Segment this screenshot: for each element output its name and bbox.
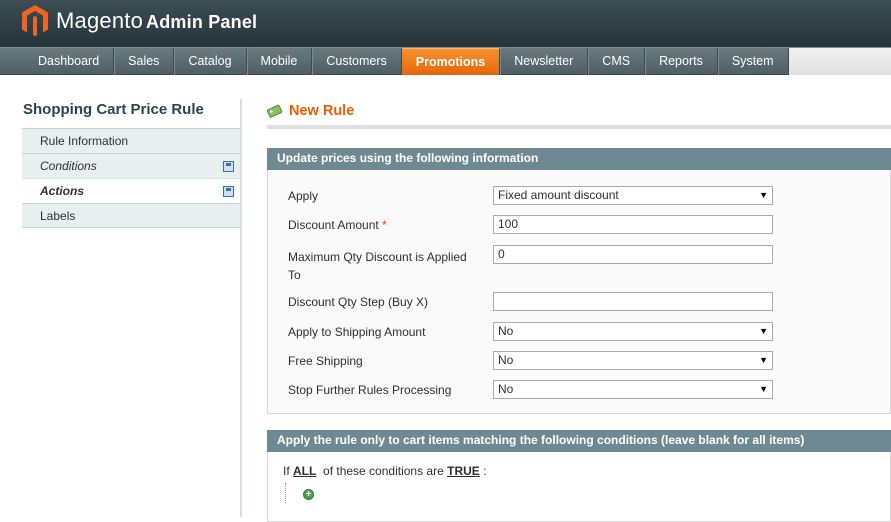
- main-navigation: Dashboard Sales Catalog Mobile Customers…: [0, 47, 891, 75]
- admin-header: Magento Admin Panel: [0, 0, 891, 47]
- nav-filler: [788, 48, 891, 75]
- nav-dashboard[interactable]: Dashboard: [24, 48, 115, 75]
- actions-section-header: Update prices using the following inform…: [267, 148, 891, 170]
- rule-icon: [267, 104, 283, 118]
- qty-step-input[interactable]: [493, 292, 773, 311]
- nav-promotions[interactable]: Promotions: [401, 48, 501, 75]
- tab-rule-information[interactable]: Rule Information: [22, 128, 242, 153]
- apply-label: Apply: [288, 189, 319, 203]
- page-title: New Rule: [289, 103, 355, 119]
- discount-amount-input[interactable]: 100: [493, 215, 773, 234]
- max-qty-input[interactable]: 0: [493, 245, 773, 264]
- conditions-section-header: Apply the rule only to cart items matchi…: [267, 430, 891, 452]
- nav-newsletter[interactable]: Newsletter: [500, 48, 589, 75]
- magento-logo[interactable]: Magento Admin Panel: [22, 4, 257, 38]
- chevron-down-icon: ▼: [759, 355, 768, 365]
- stop-rules-select[interactable]: No ▼: [493, 380, 773, 399]
- tab-label: Actions: [40, 184, 85, 198]
- magento-logo-icon: [22, 5, 48, 37]
- nav-sales[interactable]: Sales: [114, 48, 175, 75]
- nav-cms[interactable]: CMS: [588, 48, 646, 75]
- sidebar-title: Shopping Cart Price Rule: [23, 101, 204, 118]
- chevron-down-icon: ▼: [759, 190, 768, 200]
- nav-customers[interactable]: Customers: [312, 48, 402, 75]
- apply-shipping-label: Apply to Shipping Amount: [288, 325, 426, 339]
- tab-label: Rule Information: [40, 134, 129, 148]
- tab-actions[interactable]: Actions: [22, 178, 242, 203]
- nav-system[interactable]: System: [718, 48, 789, 75]
- free-shipping-value: No: [498, 353, 514, 367]
- sidebar-divider: [240, 99, 242, 517]
- apply-select-value: Fixed amount discount: [498, 188, 619, 202]
- apply-shipping-value: No: [498, 324, 514, 338]
- tab-label: Labels: [40, 209, 76, 223]
- free-shipping-label: Free Shipping: [288, 354, 363, 368]
- brand-subtitle: Admin Panel: [146, 12, 258, 32]
- nav-mobile[interactable]: Mobile: [247, 48, 313, 75]
- chevron-down-icon: ▼: [759, 326, 768, 336]
- add-condition-icon[interactable]: +: [303, 489, 314, 500]
- tab-label: Conditions: [40, 159, 97, 173]
- free-shipping-select[interactable]: No ▼: [493, 351, 773, 370]
- brand-title: Magento Admin Panel: [56, 8, 258, 33]
- max-qty-label: Maximum Qty Discount is Applied To: [288, 250, 467, 282]
- stop-rules-value: No: [498, 382, 514, 396]
- apply-select[interactable]: Fixed amount discount ▼: [493, 186, 773, 205]
- page-heading: New Rule: [267, 101, 891, 129]
- chevron-down-icon: ▼: [759, 384, 768, 394]
- nav-catalog[interactable]: Catalog: [174, 48, 247, 75]
- required-mark: *: [382, 218, 387, 232]
- apply-shipping-select[interactable]: No ▼: [493, 322, 773, 341]
- aggregator-link[interactable]: ALL: [293, 464, 316, 478]
- tab-conditions[interactable]: Conditions: [22, 153, 242, 178]
- sidebar-tabs: Rule Information Conditions Actions Labe…: [22, 128, 242, 228]
- conditions-tree-line: [285, 483, 286, 503]
- changed-save-icon: [223, 161, 234, 172]
- conditions-section-body: [267, 452, 891, 522]
- stop-rules-label: Stop Further Rules Processing: [288, 383, 452, 397]
- changed-save-icon: [223, 186, 234, 197]
- nav-reports[interactable]: Reports: [645, 48, 718, 75]
- value-link[interactable]: TRUE: [447, 464, 480, 478]
- conditions-sentence: If ALL of these conditions are TRUE :: [283, 464, 487, 478]
- tab-labels[interactable]: Labels: [22, 203, 242, 228]
- qty-step-label: Discount Qty Step (Buy X): [288, 295, 429, 309]
- discount-amount-label: Discount Amount *: [288, 218, 387, 232]
